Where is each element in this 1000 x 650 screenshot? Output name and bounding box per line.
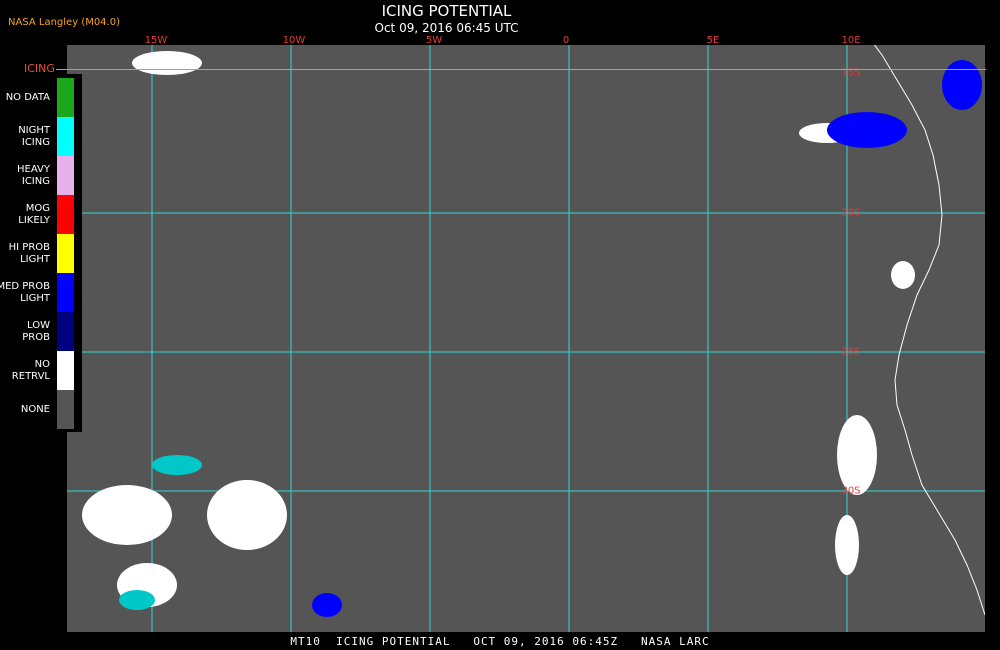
lon-label-5w: 5W (425, 35, 443, 46)
legend-swatch (57, 390, 74, 429)
legend-label: LOW PROB (22, 319, 50, 343)
legend-label: HI PROB LIGHT (8, 241, 50, 265)
legend-label: NO RETRVL (11, 358, 50, 382)
legend-swatch (57, 351, 74, 390)
legend-item: NO RETRVL (0, 351, 82, 390)
footer-caption: MT10 ICING POTENTIAL OCT 09, 2016 06:45Z… (290, 635, 710, 648)
satellite-map (67, 45, 985, 632)
legend-swatch (57, 312, 74, 351)
lon-label-5e: 5E (706, 35, 720, 46)
legend-item: NONE (0, 390, 82, 429)
legend-label: MOG LIKELY (18, 202, 50, 226)
map-timestamp: Oct 09, 2016 06:45 UTC (374, 21, 519, 35)
legend-swatch (57, 117, 74, 156)
map-title: ICING POTENTIAL (381, 2, 512, 20)
legend-item: HI PROB LIGHT (0, 234, 82, 273)
legend: NO DATA NIGHT ICING HEAVY ICING MOG LIKE… (0, 74, 82, 432)
legend-swatch (57, 156, 74, 195)
legend-label: HEAVY ICING (17, 163, 50, 187)
lon-label-15w: 15W (144, 35, 168, 46)
legend-swatch (57, 234, 74, 273)
lat-label-30s: 30S (841, 485, 861, 497)
no-retrieval-areas (82, 51, 915, 607)
med-prob-light-areas (312, 60, 982, 617)
legend-baseline (56, 69, 986, 70)
lat-label-25s: 25S (841, 346, 861, 358)
legend-swatch (57, 78, 74, 117)
legend-item: LOW PROB (0, 312, 82, 351)
lon-label-10e: 10E (841, 35, 861, 46)
legend-swatch (57, 195, 74, 234)
legend-label: MED PROB LIGHT (0, 280, 50, 304)
legend-item: NO DATA (0, 78, 82, 117)
legend-swatch (57, 273, 74, 312)
legend-item: MOG LIKELY (0, 195, 82, 234)
lat-label-20s: 20S (841, 207, 861, 219)
legend-item: HEAVY ICING (0, 156, 82, 195)
map-overlay (67, 45, 985, 632)
legend-label: NIGHT ICING (18, 124, 50, 148)
lon-label-0: 0 (562, 35, 570, 46)
legend-item: MED PROB LIGHT (0, 273, 82, 312)
legend-label: NO DATA (5, 91, 50, 103)
legend-item: NIGHT ICING (0, 117, 82, 156)
legend-label: NONE (20, 403, 50, 415)
lon-label-10w: 10W (282, 35, 306, 46)
